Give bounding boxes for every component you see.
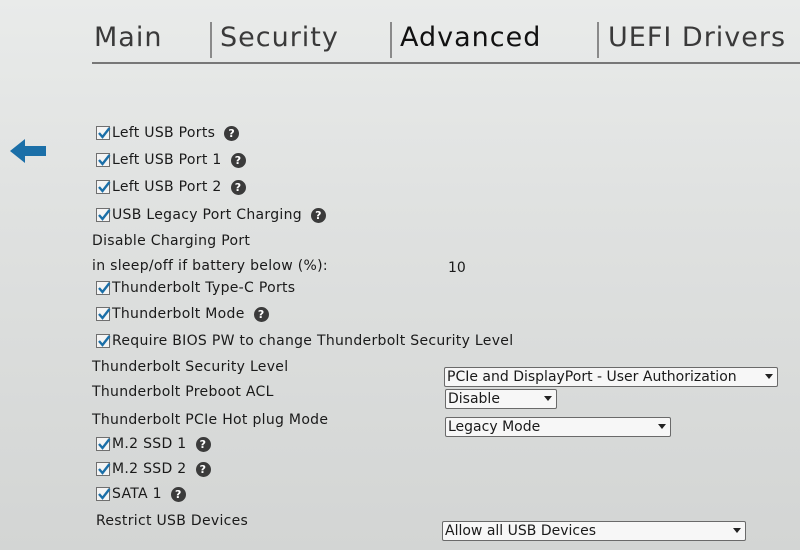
- tab-bar: Main Security Advanced UEFI Drivers: [0, 0, 800, 66]
- tab-security[interactable]: Security: [220, 22, 339, 53]
- thunderbolt-typec-label: Thunderbolt Type-C Ports: [112, 280, 296, 296]
- tab-separator: [210, 22, 212, 58]
- chevron-down-icon: [733, 528, 741, 533]
- disable-charging-value[interactable]: 10: [448, 260, 466, 276]
- left-usb-port-1-checkbox[interactable]: [96, 153, 111, 167]
- m2-ssd-1-checkbox[interactable]: [96, 437, 111, 451]
- tab-uefi-drivers[interactable]: UEFI Drivers: [608, 22, 786, 53]
- help-icon[interactable]: ?: [224, 125, 240, 141]
- thunderbolt-typec-checkbox[interactable]: [96, 281, 111, 295]
- sata-1-row[interactable]: SATA 1 ?: [96, 486, 186, 502]
- thunderbolt-typec-row[interactable]: Thunderbolt Type-C Ports: [96, 280, 295, 296]
- help-icon[interactable]: ?: [230, 152, 246, 168]
- left-usb-port-1-row[interactable]: Left USB Port 1 ?: [96, 152, 246, 168]
- restrict-usb-label: Restrict USB Devices: [96, 513, 249, 529]
- left-usb-ports-row[interactable]: Left USB Ports ?: [96, 125, 240, 141]
- left-usb-ports-label: Left USB Ports: [112, 125, 216, 141]
- m2-ssd-1-row[interactable]: M.2 SSD 1 ?: [96, 436, 211, 452]
- tab-main[interactable]: Main: [94, 22, 162, 53]
- tb-security-level-label: Thunderbolt Security Level: [92, 359, 289, 375]
- require-bios-pw-row[interactable]: Require BIOS PW to change Thunderbolt Se…: [96, 333, 513, 349]
- m2-ssd-1-label: M.2 SSD 1: [112, 436, 187, 452]
- left-usb-port-2-checkbox[interactable]: [96, 180, 111, 194]
- tb-preboot-acl-label: Thunderbolt Preboot ACL: [92, 384, 274, 400]
- thunderbolt-mode-row[interactable]: Thunderbolt Mode ?: [96, 306, 269, 322]
- tb-preboot-acl-select[interactable]: Disable: [445, 389, 557, 409]
- chevron-down-icon: [765, 374, 773, 379]
- help-icon[interactable]: ?: [170, 486, 186, 502]
- tb-security-level-select[interactable]: PCIe and DisplayPort - User Authorizatio…: [444, 367, 778, 387]
- usb-legacy-charging-label: USB Legacy Port Charging: [112, 207, 302, 223]
- left-usb-port-2-label: Left USB Port 2: [112, 179, 222, 195]
- tab-advanced[interactable]: Advanced: [400, 22, 541, 53]
- tab-underline: [92, 62, 800, 64]
- sata-1-label: SATA 1: [112, 486, 162, 502]
- sata-1-checkbox[interactable]: [96, 487, 111, 501]
- help-icon[interactable]: ?: [195, 436, 211, 452]
- left-usb-port-2-row[interactable]: Left USB Port 2 ?: [96, 179, 246, 195]
- m2-ssd-2-label: M.2 SSD 2: [112, 461, 187, 477]
- require-bios-pw-checkbox[interactable]: [96, 334, 111, 348]
- left-usb-ports-checkbox[interactable]: [96, 126, 111, 140]
- tb-hotplug-select[interactable]: Legacy Mode: [445, 417, 671, 437]
- m2-ssd-2-row[interactable]: M.2 SSD 2 ?: [96, 461, 211, 477]
- help-icon[interactable]: ?: [310, 207, 326, 223]
- disable-charging-label-1: Disable Charging Port: [92, 233, 251, 249]
- usb-legacy-charging-row[interactable]: USB Legacy Port Charging ?: [96, 207, 326, 223]
- tb-security-level-value: PCIe and DisplayPort - User Authorizatio…: [447, 369, 737, 385]
- chevron-down-icon: [544, 396, 552, 401]
- left-usb-port-1-label: Left USB Port 1: [112, 152, 222, 168]
- tb-preboot-acl-value: Disable: [448, 391, 500, 407]
- tab-separator: [597, 22, 599, 58]
- thunderbolt-mode-checkbox[interactable]: [96, 307, 111, 321]
- thunderbolt-mode-label: Thunderbolt Mode: [112, 306, 245, 322]
- back-arrow-icon[interactable]: [10, 138, 48, 164]
- disable-charging-label-2: in sleep/off if battery below (%):: [92, 258, 328, 274]
- m2-ssd-2-checkbox[interactable]: [96, 462, 111, 476]
- restrict-usb-value: Allow all USB Devices: [445, 523, 596, 539]
- require-bios-pw-label: Require BIOS PW to change Thunderbolt Se…: [112, 333, 514, 349]
- help-icon[interactable]: ?: [230, 179, 246, 195]
- tb-hotplug-value: Legacy Mode: [448, 419, 541, 435]
- tab-separator: [390, 22, 392, 58]
- help-icon[interactable]: ?: [195, 461, 211, 477]
- restrict-usb-select[interactable]: Allow all USB Devices: [442, 521, 746, 541]
- tb-hotplug-label: Thunderbolt PCIe Hot plug Mode: [92, 412, 329, 428]
- usb-legacy-charging-checkbox[interactable]: [96, 208, 111, 222]
- help-icon[interactable]: ?: [253, 306, 269, 322]
- chevron-down-icon: [658, 424, 666, 429]
